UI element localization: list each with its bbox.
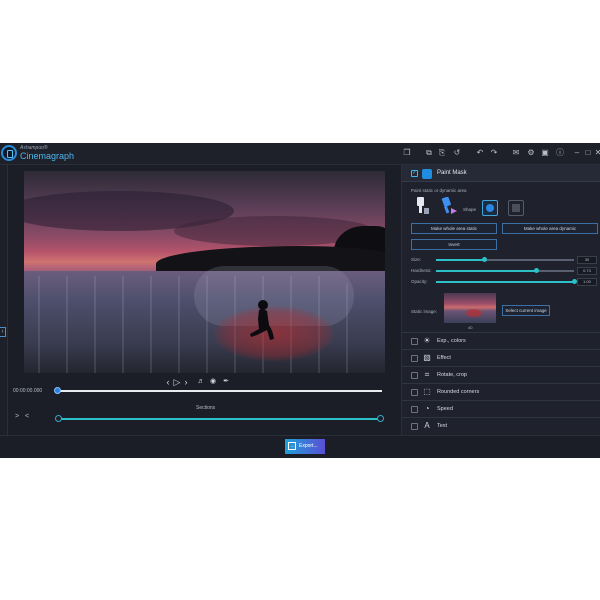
hardness-slider-knob[interactable]	[534, 268, 540, 273]
section-label: Rounded corners	[437, 389, 480, 395]
text-icon: A	[424, 421, 430, 430]
app-window: Ashampoo® Cinemagraph ❐ ⧉ ⎘ ↺ ↶ ↷ ✉ ⚙ ▣ …	[0, 143, 600, 458]
video-preview[interactable]	[24, 171, 385, 373]
size-slider-knob[interactable]	[481, 257, 487, 262]
person-silhouette	[250, 300, 274, 340]
rounded-corners-icon: ⬚	[423, 387, 431, 396]
eye-icon[interactable]: ◉	[208, 376, 218, 388]
app-logo-icon	[1, 145, 17, 161]
section-start-handle[interactable]	[55, 415, 62, 422]
hardness-slider[interactable]	[436, 268, 574, 273]
section-exp-colors[interactable]: ☀ Exp., colors	[402, 332, 600, 348]
shape-label: Shape	[463, 207, 477, 212]
section-text[interactable]: A Text	[402, 417, 600, 433]
export-icon: →	[288, 442, 296, 450]
size-slider-fill	[436, 259, 485, 261]
hardness-value[interactable]: 0.73	[577, 267, 597, 275]
opacity-label: Opacity:	[411, 279, 428, 284]
section-effect[interactable]: ▧ Effect	[402, 349, 600, 365]
invert-button[interactable]: Invert	[411, 239, 497, 250]
title-bar: Ashampoo® Cinemagraph ❐ ⧉ ⎘ ↺ ↶ ↷ ✉ ⚙ ▣ …	[0, 143, 600, 165]
export-button[interactable]: → Export...	[285, 439, 325, 454]
hardness-label: Hardness:	[411, 268, 432, 273]
crop-icon: ⌗	[424, 370, 430, 379]
opacity-slider-knob[interactable]	[571, 279, 577, 284]
brush-tool-icon[interactable]: ✒	[221, 376, 231, 388]
chat-icon[interactable]: ✉	[511, 148, 521, 158]
app-name: Cinemagraph	[20, 151, 75, 161]
static-image-label: Static image:	[411, 309, 438, 314]
section-label: Exp., colors	[437, 338, 466, 344]
text-checkbox[interactable]	[411, 423, 418, 430]
circle-shape-button[interactable]	[482, 200, 498, 216]
effect-icon: ▧	[423, 353, 431, 362]
make-dynamic-button[interactable]: Make whole area dynamic	[502, 223, 598, 234]
sections-range-track[interactable]	[58, 418, 380, 420]
settings-icon[interactable]: ⚙	[526, 148, 536, 158]
dynamic-brush-icon[interactable]	[439, 197, 457, 215]
redo-icon[interactable]: ↷	[489, 148, 499, 158]
export-label: Export...	[299, 443, 318, 449]
opacity-slider-fill	[436, 281, 574, 283]
minimize-button[interactable]: –	[572, 147, 582, 159]
sections-nav-buttons[interactable]: > <	[15, 413, 31, 420]
rotate-crop-checkbox[interactable]	[411, 372, 418, 379]
effect-checkbox[interactable]	[411, 355, 418, 362]
paint-mask-checkbox[interactable]	[411, 169, 418, 177]
section-label: Effect	[437, 355, 451, 361]
info-icon[interactable]: ⓘ	[555, 148, 565, 158]
next-frame-icon[interactable]: ›	[181, 376, 191, 388]
square-shape-button[interactable]	[508, 200, 524, 216]
folder-icon[interactable]: ❐	[402, 148, 412, 158]
opacity-slider[interactable]	[436, 279, 577, 284]
duplicate-icon[interactable]: ⎘	[437, 148, 447, 158]
maximize-button[interactable]: □	[583, 147, 593, 159]
rounded-corners-checkbox[interactable]	[411, 389, 418, 396]
paint-mask-title: Paint Mask	[437, 170, 467, 176]
section-label: Rotate, crop	[437, 372, 467, 378]
section-end-handle[interactable]	[377, 415, 384, 422]
image-icon[interactable]: ▣	[540, 148, 550, 158]
size-value[interactable]: 30	[577, 256, 597, 264]
undo-icon[interactable]: ↶	[475, 148, 485, 158]
exp-colors-checkbox[interactable]	[411, 338, 418, 345]
paint-mask-header[interactable]: Paint Mask	[402, 165, 600, 182]
left-sidebar-strip: ›	[0, 165, 8, 435]
section-rotate-crop[interactable]: ⌗ Rotate, crop	[402, 366, 600, 382]
speedometer-icon: ◔	[424, 404, 430, 413]
size-label: Size:	[411, 257, 422, 262]
close-button[interactable]: ✕	[593, 147, 600, 159]
timeline-track[interactable]	[57, 390, 382, 392]
section-speed[interactable]: ◔ Speed	[402, 400, 600, 416]
bottom-bar: → Export...	[0, 435, 600, 458]
sun-icon: ☀	[423, 336, 431, 345]
paint-mask-subtitle: Paint static or dynamic area	[411, 188, 467, 193]
expand-left-panel-button[interactable]: ›	[0, 327, 6, 337]
timeline-playhead[interactable]	[54, 387, 61, 394]
reset-icon[interactable]: ↺	[452, 148, 462, 158]
static-image-index: 40	[468, 325, 473, 330]
volume-icon[interactable]: ♬	[196, 376, 206, 388]
section-label: Text	[437, 423, 448, 429]
paint-mask-icon	[422, 169, 432, 179]
copy-icon[interactable]: ⧉	[424, 148, 434, 158]
section-label: Speed	[437, 406, 453, 412]
static-image-thumbnail	[444, 293, 496, 323]
hardness-slider-fill	[436, 270, 537, 272]
section-rounded-corners[interactable]: ⬚ Rounded corners	[402, 383, 600, 399]
opacity-value[interactable]: 1.00	[577, 278, 597, 286]
select-current-image-button[interactable]: Select current image	[502, 305, 550, 316]
speed-checkbox[interactable]	[411, 406, 418, 413]
size-slider[interactable]	[436, 257, 574, 262]
make-static-button[interactable]: Make whole area static	[411, 223, 497, 234]
sections-label: Sections	[196, 405, 216, 411]
settings-panel: Paint Mask Paint static or dynamic area …	[401, 165, 600, 435]
static-brush-icon[interactable]	[414, 197, 430, 215]
timecode: 00:00:00.000	[13, 388, 43, 394]
